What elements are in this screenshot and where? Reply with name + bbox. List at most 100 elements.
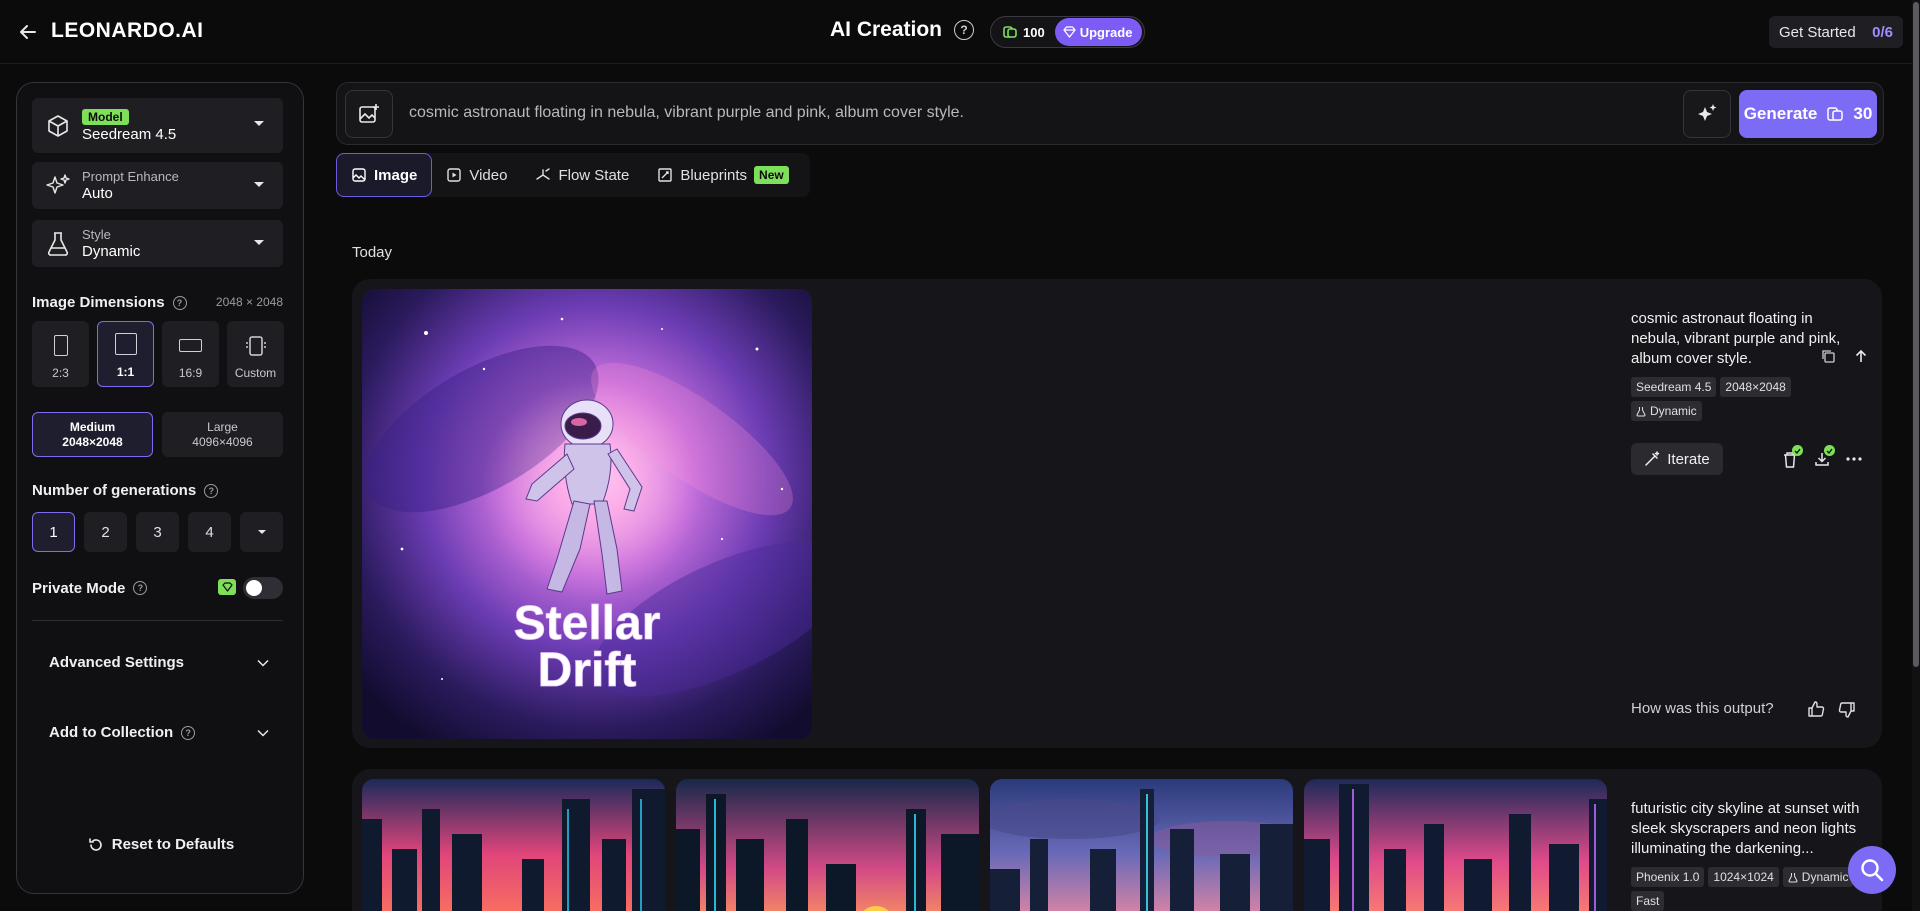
tab-label: Blueprints (680, 166, 748, 184)
top-bar: LEONARDO.AI AI Creation ? 100 Upgrade Ge… (0, 0, 1920, 64)
ratio-label: Custom (234, 366, 277, 380)
private-mode-label: Private Mode (32, 579, 126, 597)
back-arrow-icon[interactable] (16, 20, 40, 44)
thumbs-down-icon[interactable] (1838, 701, 1856, 719)
reset-label: Reset to Defaults (111, 836, 235, 853)
help-icon[interactable]: ? (954, 20, 975, 40)
reuse-prompt-icon[interactable] (1855, 349, 1867, 363)
copy-icon[interactable] (1821, 349, 1835, 363)
toggle-knob (246, 580, 262, 596)
delete-icon[interactable] (1780, 445, 1803, 469)
style-select[interactable]: Style Dynamic (32, 220, 283, 267)
generated-image[interactable] (990, 779, 1293, 911)
generate-label: Generate (1743, 104, 1818, 123)
ratio-16-9[interactable]: 16:9 (162, 321, 219, 387)
image-upload-button[interactable] (345, 90, 393, 138)
prompt-enhance-select[interactable]: Prompt Enhance Auto (32, 162, 283, 209)
iterate-button[interactable]: Iterate (1631, 443, 1723, 475)
add-to-collection-toggle[interactable]: Add to Collection ? (49, 724, 269, 741)
scrollbar[interactable] (1912, 0, 1920, 911)
credits-pill[interactable]: 100 Upgrade (990, 16, 1146, 48)
generated-image[interactable]: Stellar Drift (362, 289, 812, 739)
ratio-label: 16:9 (178, 366, 203, 380)
advanced-settings-label: Advanced Settings (49, 654, 185, 671)
coins-icon (1827, 106, 1844, 122)
settings-sidebar: Model Seedream 4.5 Prompt Enhance Auto S… (16, 82, 304, 894)
generate-button[interactable]: Generate 30 (1739, 90, 1877, 138)
thumbs-up-icon[interactable] (1807, 700, 1825, 718)
ratio-label: 2:3 (52, 366, 69, 380)
iterate-label: Iterate (1667, 450, 1710, 468)
prompt-input[interactable]: cosmic astronaut floating in nebula, vib… (409, 104, 964, 122)
portrait-icon (53, 335, 68, 356)
ratio-2-3[interactable]: 2:3 (32, 321, 89, 387)
size-medium[interactable]: Medium 2048×2048 (32, 412, 153, 457)
flask-icon (1636, 406, 1646, 417)
brand-logo[interactable]: LEONARDO.AI (51, 19, 204, 43)
scrollbar-thumb[interactable] (1913, 2, 1919, 667)
reset-defaults-button[interactable]: Reset to Defaults (17, 836, 305, 853)
model-select[interactable]: Model Seedream 4.5 (32, 98, 283, 153)
diamond-icon (1063, 26, 1076, 38)
tab-blueprints[interactable]: Blueprints New (643, 153, 802, 197)
get-started-button[interactable]: Get Started 0/6 (1769, 16, 1903, 48)
style-tag: Dynamic (1631, 401, 1702, 421)
flask-icon (1788, 872, 1798, 883)
image-dimensions-title: Image Dimensions ? (32, 294, 187, 311)
cube-icon (44, 112, 72, 140)
magic-wand-icon (1644, 451, 1660, 467)
custom-size-icon (244, 334, 268, 358)
mode-tabs: Image Video Flow State Blueprints New (336, 153, 810, 197)
result-card: futuristic city skyline at sunset with s… (352, 769, 1882, 911)
advanced-settings-toggle[interactable]: Advanced Settings (49, 654, 269, 671)
generations-more-dropdown[interactable] (240, 512, 283, 552)
style-label: Style (82, 227, 111, 242)
chevron-down-icon (253, 239, 265, 247)
model-tag: Phoenix 1.0 (1631, 867, 1705, 887)
add-to-collection-label: Add to Collection (49, 724, 174, 741)
generated-image[interactable] (1304, 779, 1607, 911)
help-icon[interactable]: ? (204, 483, 219, 498)
sparkles-icon (1695, 102, 1719, 126)
style-tag: Dynamic (1782, 867, 1854, 887)
new-badge: New (754, 166, 789, 184)
enhance-prompt-button[interactable] (1683, 90, 1731, 138)
private-mode-toggle[interactable] (243, 577, 283, 599)
tab-label: Image (374, 166, 418, 184)
result-tags: Seedream 4.5 2048×2048 Dynamic (1631, 377, 1861, 421)
tab-label: Video (469, 166, 508, 184)
help-icon[interactable]: ? (172, 295, 187, 310)
sparkles-icon (44, 172, 72, 200)
size-tag: 1024×1024 (1708, 867, 1779, 887)
generations-option-4[interactable]: 4 (188, 512, 231, 552)
upgrade-button[interactable]: Upgrade (1054, 18, 1143, 46)
prompt-enhance-value: Auto (82, 185, 113, 202)
more-options-icon[interactable] (1844, 449, 1864, 469)
feed-section-title: Today (352, 244, 393, 261)
generated-image[interactable] (676, 779, 979, 911)
prompt-enhance-label: Prompt Enhance (82, 169, 179, 184)
help-icon[interactable]: ? (133, 581, 148, 595)
result-prompt: futuristic city skyline at sunset with s… (1631, 800, 1860, 857)
generations-option-1[interactable]: 1 (32, 512, 75, 552)
size-large[interactable]: Large 4096×4096 (162, 412, 283, 457)
generations-option-2[interactable]: 2 (84, 512, 127, 552)
help-icon[interactable]: ? (181, 725, 196, 740)
generations-option-3[interactable]: 3 (136, 512, 179, 552)
ratio-label: 1:1 (116, 365, 135, 379)
generations-label: Number of generations (32, 482, 197, 499)
tab-image[interactable]: Image (336, 153, 433, 197)
download-icon[interactable] (1812, 445, 1835, 469)
generations-title: Number of generations ? (32, 482, 219, 499)
ratio-1-1[interactable]: 1:1 (97, 321, 154, 387)
generate-cost: 30 (1853, 104, 1873, 123)
search-fab-button[interactable] (1848, 846, 1896, 894)
model-badge: Model (82, 108, 129, 125)
image-plus-icon (357, 102, 381, 126)
size-res: 2048×2048 (62, 434, 123, 449)
tab-flow-state[interactable]: Flow State (521, 153, 643, 197)
chevron-down-icon (253, 120, 265, 128)
ratio-custom[interactable]: Custom (227, 321, 284, 387)
generated-image[interactable] (362, 779, 665, 911)
tab-video[interactable]: Video (432, 153, 521, 197)
